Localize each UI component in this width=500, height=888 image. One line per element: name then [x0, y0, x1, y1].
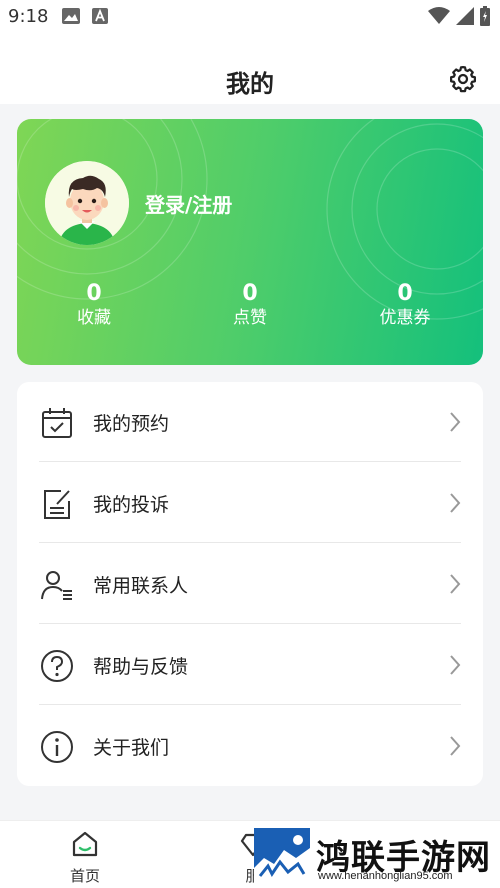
- info-circle-icon: [41, 731, 73, 763]
- menu-item-label: 常用联系人: [93, 575, 189, 597]
- nav-tab-home[interactable]: 首页: [60, 829, 110, 886]
- stat-favorites[interactable]: 0 收藏: [34, 281, 154, 329]
- menu-item-contacts[interactable]: 常用联系人: [17, 544, 483, 624]
- menu-item-complaints[interactable]: 我的投诉: [17, 463, 483, 543]
- watermark-url: www.henanhonglian95.com: [318, 870, 453, 882]
- signal-icon: [456, 7, 474, 25]
- watermark: 鸿联手游网 www.henanhonglian95.com: [254, 828, 500, 888]
- menu-item-label: 关于我们: [93, 737, 170, 759]
- menu-item-label: 帮助与反馈: [93, 656, 189, 678]
- home-icon: [72, 831, 98, 857]
- stat-label: 收藏: [77, 308, 111, 328]
- avatar[interactable]: [45, 161, 129, 245]
- divider: [39, 704, 461, 705]
- stat-value: 0: [86, 281, 102, 306]
- chevron-right-icon: [450, 412, 461, 432]
- menu-list: 我的预约 我的投诉 常用联系人 帮助与反馈 关于我们: [17, 382, 483, 786]
- menu-item-about-us[interactable]: 关于我们: [17, 706, 483, 786]
- edit-document-icon: [44, 490, 70, 519]
- stat-label: 点赞: [233, 308, 267, 328]
- stat-value: 0: [397, 281, 413, 306]
- question-circle-icon: [41, 650, 73, 682]
- chevron-right-icon: [450, 655, 461, 675]
- boy-avatar-icon: [45, 161, 129, 245]
- stat-label: 优惠券: [379, 308, 431, 328]
- page-title: 我的: [226, 70, 274, 98]
- contacts-icon: [41, 571, 72, 600]
- menu-item-help-feedback[interactable]: 帮助与反馈: [17, 625, 483, 705]
- stat-coupons[interactable]: 0 优惠券: [345, 281, 465, 329]
- status-time: 9:18: [8, 6, 49, 27]
- stat-value: 0: [242, 281, 258, 306]
- chevron-right-icon: [450, 736, 461, 756]
- divider: [39, 542, 461, 543]
- text-a-icon: [92, 8, 108, 24]
- gear-icon: [450, 66, 476, 93]
- battery-icon: [480, 6, 490, 26]
- menu-item-label: 我的预约: [93, 413, 170, 435]
- chevron-right-icon: [450, 574, 461, 594]
- status-bar: 9:18: [0, 0, 500, 34]
- divider: [39, 623, 461, 624]
- divider: [39, 461, 461, 462]
- calendar-check-icon: [42, 408, 72, 438]
- chevron-right-icon: [450, 493, 461, 513]
- menu-item-label: 我的投诉: [93, 494, 170, 516]
- nav-tab-label: 首页: [69, 867, 100, 885]
- header: 我的: [0, 34, 500, 104]
- menu-item-appointments[interactable]: 我的预约: [17, 382, 483, 462]
- watermark-logo-icon: [254, 828, 310, 886]
- settings-button[interactable]: [448, 64, 478, 94]
- profile-card: 登录/注册 0 收藏 0 点赞 0 优惠券: [17, 119, 483, 365]
- stat-likes[interactable]: 0 点赞: [190, 281, 310, 329]
- gallery-icon: [62, 8, 80, 24]
- wifi-icon: [428, 7, 450, 24]
- login-register-link[interactable]: 登录/注册: [145, 189, 232, 218]
